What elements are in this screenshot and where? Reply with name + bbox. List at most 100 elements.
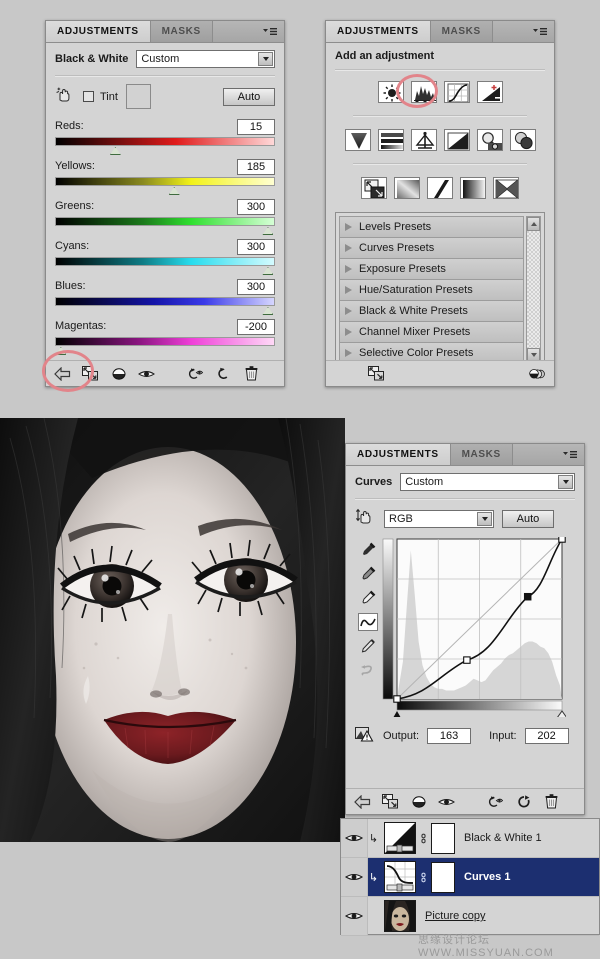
toggle-visibility-eye-icon[interactable] <box>138 366 155 382</box>
chevron-right-icon[interactable] <box>345 328 352 336</box>
clipping-warning-icon[interactable] <box>355 726 375 745</box>
targeted-adjustment-hand-icon[interactable] <box>55 86 75 108</box>
pencil-draw-icon[interactable] <box>358 637 378 655</box>
brightness-contrast-icon[interactable] <box>377 81 404 103</box>
invert-icon[interactable] <box>361 177 387 199</box>
tab-masks[interactable]: MASKS <box>150 21 213 42</box>
channel-select[interactable]: RGB <box>384 509 494 528</box>
chevron-right-icon[interactable] <box>345 223 352 231</box>
targeted-adjustment-hand-icon[interactable] <box>355 507 376 530</box>
gradient-map-icon[interactable] <box>460 177 486 199</box>
slider-thumb[interactable] <box>168 187 180 195</box>
layer-mask-thumbnail[interactable] <box>431 822 455 854</box>
preset-row[interactable]: Exposure Presets <box>339 258 524 279</box>
tone-curve-chart[interactable] <box>381 535 568 719</box>
clip-to-layer-icon[interactable] <box>368 366 385 382</box>
input-value-field[interactable]: 202 <box>524 727 569 744</box>
black-point-eyedropper-icon[interactable] <box>358 541 378 559</box>
tab-adjustments[interactable]: ADJUSTMENTS <box>346 444 451 465</box>
slider-track[interactable] <box>55 217 275 235</box>
mask-link-icon[interactable] <box>419 832 428 845</box>
layer-name[interactable]: Curves 1 <box>464 871 510 883</box>
output-value-field[interactable]: 163 <box>427 727 472 744</box>
panel-menu-icon[interactable] <box>562 449 578 461</box>
tab-adjustments[interactable]: ADJUSTMENTS <box>326 21 431 42</box>
reset-icon[interactable] <box>487 794 504 810</box>
slider-value-field[interactable]: 300 <box>237 239 275 255</box>
panel-menu-icon[interactable] <box>532 26 548 38</box>
clip-to-layer-icon[interactable] <box>82 366 99 382</box>
view-previous-state-icon[interactable] <box>110 366 127 382</box>
preset-row[interactable]: Curves Presets <box>339 237 524 258</box>
chevron-right-icon[interactable] <box>345 265 352 273</box>
layer-row[interactable]: ↳ Curves 1 <box>341 858 599 897</box>
layer-visibility-eye-icon[interactable] <box>341 858 368 896</box>
slider-thumb[interactable] <box>109 147 121 155</box>
preset-row[interactable]: Hue/Saturation Presets <box>339 279 524 300</box>
view-states-icon[interactable] <box>529 366 546 382</box>
layer-row[interactable]: ↳ Black & White 1 <box>341 819 599 858</box>
slider-value-field[interactable]: 300 <box>237 279 275 295</box>
chevron-right-icon[interactable] <box>345 286 352 294</box>
channel-mixer-icon[interactable] <box>509 129 536 151</box>
preset-row[interactable]: Levels Presets <box>339 216 524 237</box>
mask-link-icon[interactable] <box>419 871 428 884</box>
layer-name[interactable]: Picture copy <box>425 910 486 922</box>
tab-masks[interactable]: MASKS <box>430 21 493 42</box>
levels-icon[interactable] <box>410 81 437 103</box>
delete-trash-icon[interactable] <box>243 366 260 382</box>
presets-scrollbar[interactable] <box>526 216 541 363</box>
chevron-right-icon[interactable] <box>345 348 352 357</box>
clip-to-layer-icon[interactable] <box>382 794 399 810</box>
layer-visibility-eye-icon[interactable] <box>341 819 368 857</box>
curve-edit-icon[interactable] <box>358 613 378 631</box>
reset-to-default-icon[interactable] <box>515 794 532 810</box>
white-point-eyedropper-icon[interactable] <box>358 589 378 607</box>
preset-row[interactable]: Channel Mixer Presets <box>339 321 524 342</box>
view-previous-state-icon[interactable] <box>410 794 427 810</box>
preset-row[interactable]: Black & White Presets <box>339 300 524 321</box>
slider-track[interactable] <box>55 337 275 355</box>
layer-visibility-eye-icon[interactable] <box>341 897 368 935</box>
posterize-icon[interactable] <box>394 177 420 199</box>
slider-thumb[interactable] <box>55 347 67 355</box>
slider-thumb[interactable] <box>262 267 274 275</box>
layer-mask-thumbnail[interactable] <box>431 861 455 893</box>
tint-color-swatch[interactable] <box>125 84 151 109</box>
slider-value-field[interactable]: 300 <box>237 199 275 215</box>
color-balance-icon[interactable] <box>410 129 437 151</box>
panel-menu-icon[interactable] <box>262 26 278 38</box>
toggle-visibility-eye-icon[interactable] <box>438 794 455 810</box>
layer-name[interactable]: Black & White 1 <box>464 832 542 844</box>
auto-button[interactable]: Auto <box>502 509 554 528</box>
layer-thumbnail[interactable] <box>384 900 416 932</box>
chevron-down-icon[interactable] <box>558 475 573 489</box>
slider-track[interactable] <box>55 177 275 195</box>
curves-icon[interactable] <box>443 81 470 103</box>
slider-track[interactable] <box>55 297 275 315</box>
tint-checkbox[interactable] <box>83 91 94 102</box>
bw-preset-select[interactable]: Custom <box>136 50 275 68</box>
chevron-right-icon[interactable] <box>345 307 352 315</box>
vibrance-icon[interactable] <box>344 129 371 151</box>
slider-track[interactable] <box>55 257 275 275</box>
slider-track[interactable] <box>55 137 275 155</box>
layer-thumbnail[interactable] <box>384 822 416 854</box>
slider-value-field[interactable]: -200 <box>237 319 275 335</box>
black-and-white-icon[interactable] <box>443 129 470 151</box>
chevron-down-icon[interactable] <box>258 52 273 66</box>
slider-value-field[interactable]: 185 <box>237 159 275 175</box>
reset-to-default-icon[interactable] <box>215 366 232 382</box>
selective-color-icon[interactable] <box>493 177 519 199</box>
scroll-up-icon[interactable] <box>527 217 540 231</box>
reset-icon[interactable] <box>187 366 204 382</box>
smooth-curve-icon[interactable] <box>358 661 378 679</box>
chevron-down-icon[interactable] <box>477 511 492 526</box>
back-arrow-icon[interactable] <box>354 794 371 810</box>
threshold-icon[interactable] <box>427 177 453 199</box>
layer-thumbnail[interactable] <box>384 861 416 893</box>
exposure-icon[interactable] <box>476 81 503 103</box>
curves-preset-select[interactable]: Custom <box>400 473 575 491</box>
photo-filter-icon[interactable] <box>476 129 503 151</box>
slider-value-field[interactable]: 15 <box>237 119 275 135</box>
